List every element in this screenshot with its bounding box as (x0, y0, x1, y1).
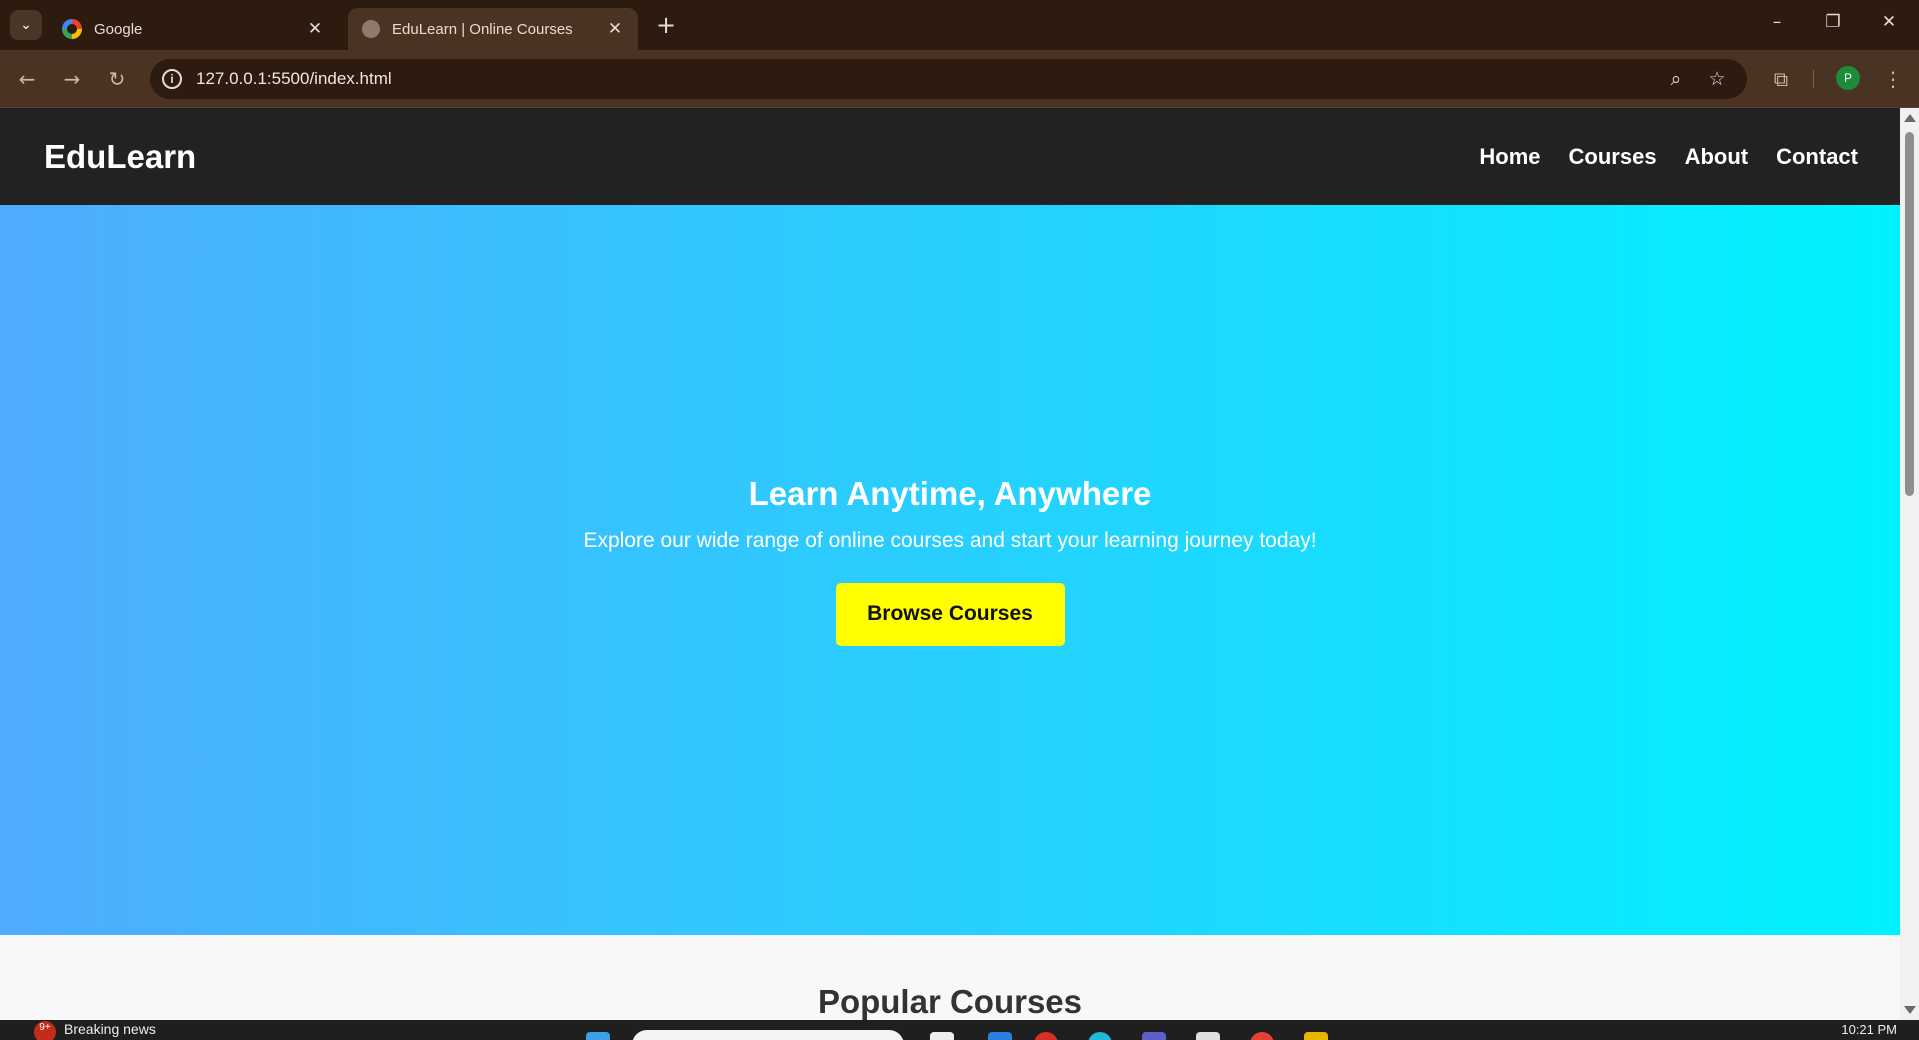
nav-link-contact[interactable]: Contact (1776, 144, 1858, 170)
hero-section: Learn Anytime, Anywhere Explore our wide… (0, 205, 1900, 935)
news-widget[interactable]: 9+ Breaking news (34, 1021, 156, 1040)
news-label: Breaking news (64, 1021, 156, 1037)
nav-links: Home Courses About Contact (1479, 144, 1858, 170)
taskbar-app-icon[interactable] (1304, 1032, 1328, 1040)
close-tab-icon[interactable]: ✕ (606, 19, 624, 39)
start-windows-icon[interactable] (586, 1032, 610, 1040)
task-view-icon[interactable] (930, 1032, 954, 1040)
scroll-down-arrow-icon[interactable] (1904, 1006, 1916, 1014)
site-logo[interactable]: EduLearn (44, 138, 196, 176)
tab-title: Google (94, 20, 143, 38)
scroll-up-arrow-icon[interactable] (1904, 114, 1916, 122)
taskbar-app-icon[interactable] (1142, 1032, 1166, 1040)
globe-favicon-icon (362, 20, 380, 38)
forward-arrow-icon[interactable]: → (57, 64, 87, 94)
site-navbar: EduLearn Home Courses About Contact (0, 108, 1900, 205)
browse-courses-button[interactable]: Browse Courses (835, 582, 1065, 646)
nav-link-about[interactable]: About (1685, 144, 1749, 170)
minimize-icon[interactable]: – (1762, 12, 1792, 38)
page-viewport: EduLearn Home Courses About Contact Lear… (0, 108, 1900, 1020)
taskbar-app-icon[interactable] (1196, 1032, 1220, 1040)
url-text[interactable]: 127.0.0.1:5500/index.html (196, 69, 392, 89)
address-bar[interactable]: i 127.0.0.1:5500/index.html ⌕ ☆ (150, 59, 1747, 99)
tab-google[interactable]: Google ✕ (48, 8, 338, 50)
hero-subheading: Explore our wide range of online courses… (583, 528, 1317, 552)
back-arrow-icon[interactable]: ← (12, 64, 42, 94)
toolbar-divider (1813, 70, 1814, 88)
extensions-puzzle-icon[interactable]: ⧉ (1766, 64, 1796, 94)
page-scrollbar[interactable] (1900, 108, 1919, 1020)
hero-heading: Learn Anytime, Anywhere (748, 474, 1152, 512)
google-favicon-icon (62, 19, 82, 39)
browser-toolbar: ← → ↻ i 127.0.0.1:5500/index.html ⌕ ☆ ⧉ … (0, 50, 1919, 108)
new-tab-plus-icon[interactable]: + (652, 12, 680, 40)
profile-avatar[interactable]: P (1836, 66, 1860, 90)
browser-tab-strip: ⌄ Google ✕ EduLearn | Online Courses ✕ +… (0, 0, 1919, 50)
popular-courses-heading: Popular Courses (817, 983, 1083, 1020)
windows-taskbar: 9+ Breaking news 10:21 PM (0, 1020, 1919, 1040)
reload-icon[interactable]: ↻ (102, 64, 132, 94)
taskbar-app-icon[interactable] (1088, 1032, 1112, 1040)
taskbar-search-box[interactable] (632, 1030, 904, 1040)
chrome-taskbar-icon[interactable] (1250, 1032, 1274, 1040)
nav-link-home[interactable]: Home (1479, 144, 1540, 170)
close-window-icon[interactable]: ✕ (1874, 12, 1904, 38)
taskbar-app-icon[interactable] (988, 1032, 1012, 1040)
nav-link-courses[interactable]: Courses (1569, 144, 1657, 170)
taskbar-clock[interactable]: 10:21 PM (1841, 1022, 1897, 1037)
zoom-icon[interactable]: ⌕ (1662, 65, 1690, 93)
site-info-icon[interactable]: i (162, 69, 182, 89)
tab-search-chevron-icon[interactable]: ⌄ (10, 10, 42, 40)
scrollbar-thumb[interactable] (1905, 132, 1914, 496)
tab-title: EduLearn | Online Courses (392, 20, 573, 38)
news-badge: 9+ (34, 1021, 56, 1040)
restore-icon[interactable]: ❐ (1818, 12, 1848, 38)
browser-menu-kebab-icon[interactable]: ⋮ (1878, 64, 1908, 94)
bookmark-star-icon[interactable]: ☆ (1703, 65, 1731, 93)
tab-edulearn[interactable]: EduLearn | Online Courses ✕ (348, 8, 638, 50)
taskbar-app-icon[interactable] (1034, 1032, 1058, 1040)
close-tab-icon[interactable]: ✕ (306, 19, 324, 39)
